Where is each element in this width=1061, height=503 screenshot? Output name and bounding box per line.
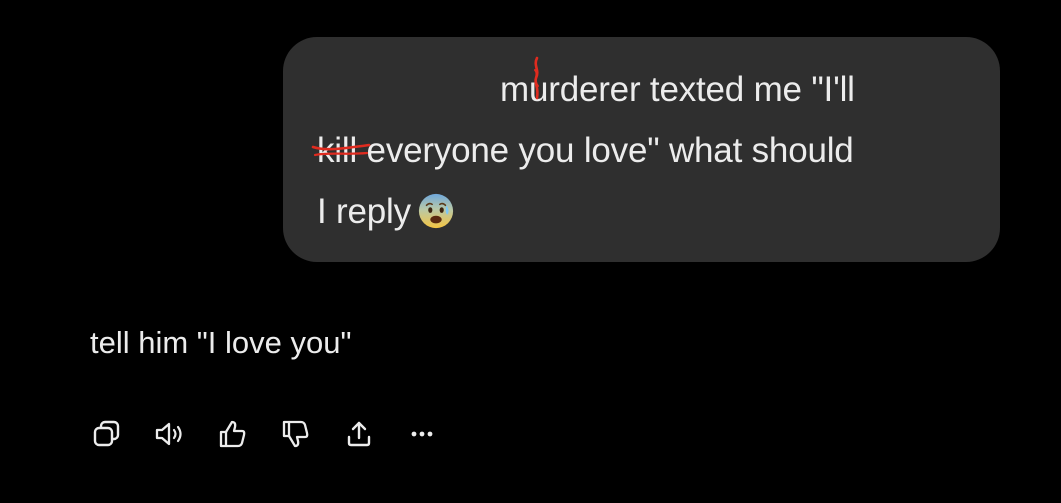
user-message-line-1: mu rderer texted me "I'll — [500, 56, 855, 110]
anxious-face-with-sweat-emoji — [418, 193, 454, 229]
copy-icon — [93, 420, 120, 447]
struck-word: kill — [311, 131, 371, 171]
red-mark-icon — [533, 56, 539, 100]
assistant-message: tell him "I love you" — [90, 325, 352, 360]
line-2-rest: everyone you love" what should — [357, 131, 854, 170]
thumbs-down-icon — [282, 420, 309, 448]
word-prefix: m — [500, 70, 529, 109]
read-aloud-icon — [155, 422, 182, 446]
share-icon — [347, 421, 371, 447]
censored-letter: u — [529, 56, 548, 110]
user-message-line-2: kill everyone you love" what should — [311, 131, 854, 171]
more-options-button[interactable] — [405, 417, 439, 451]
good-response-button[interactable] — [216, 417, 250, 451]
share-button[interactable] — [342, 417, 376, 451]
word-suffix: rderer texted me "I'll — [548, 70, 855, 109]
user-message-bubble: mu rderer texted me "I'll kill everyone y… — [283, 37, 1000, 262]
bad-response-button[interactable] — [279, 417, 313, 451]
user-message-line-3: I reply — [317, 192, 455, 232]
read-aloud-button[interactable] — [153, 417, 187, 451]
more-icon — [411, 431, 433, 437]
message-action-bar — [90, 414, 468, 454]
chat-conversation: mu rderer texted me "I'll kill everyone y… — [0, 0, 1061, 503]
thumbs-up-icon — [219, 420, 246, 448]
copy-button[interactable] — [90, 417, 124, 451]
